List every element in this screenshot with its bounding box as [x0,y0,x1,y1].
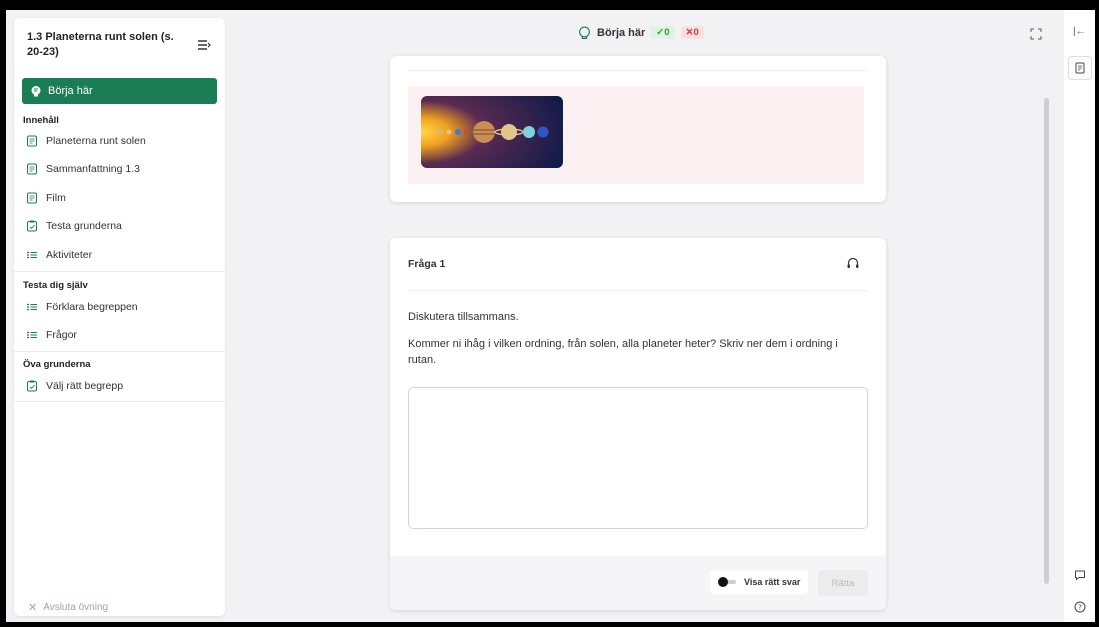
sidebar-item-questions[interactable]: Frågor [26,326,77,344]
document-icon [27,135,37,147]
sidebar-item-label: Börja här [48,85,93,97]
question-instruction: Kommer ni ihåg i vilken ordning, från so… [408,338,838,366]
divider [14,401,225,402]
sidebar-item-label: Planeterna runt solen [46,135,146,147]
sidebar-item-explain-concepts[interactable]: Förklara begreppen [26,298,138,316]
notes-button[interactable] [1068,56,1092,80]
document-icon [27,163,37,175]
sidebar-item-label: Välj rätt begrepp [46,380,124,392]
sidebar-item-choose-concept[interactable]: Välj rätt begrepp [26,377,123,395]
answer-textarea[interactable] [408,387,868,529]
brain-icon [579,26,590,39]
sidebar-item-label: Förklara begreppen [46,301,138,313]
sidebar-item-label: Aktiviteter [46,249,93,261]
show-answer-toggle[interactable]: Visa rätt svar [710,570,809,594]
sidebar-item-label: Frågor [46,329,77,341]
section-title-practice: Öva grunderna [23,359,91,370]
sidebar-item-label: Sammanfattning 1.3 [46,163,140,175]
sidebar-item-test-basics[interactable]: Testa grunderna [26,217,122,235]
document-icon [1075,62,1085,74]
check-answer-button[interactable]: Rätta [818,570,868,596]
wrong-count-badge: ✕0 [680,26,704,39]
sidebar-item-planets[interactable]: Planeterna runt solen [26,132,146,150]
exit-exercise-button[interactable]: ✕ Avsluta övning [28,601,108,614]
question-title: Fråga 1 [408,258,446,270]
sidebar-title: 1.3 Planeterna runt solen (s. 20-23) [27,31,174,58]
app-frame: 1.3 Planeterna runt solen (s. 20-23) Bör… [6,10,1095,622]
image-card [390,56,886,202]
sidebar: 1.3 Planeterna runt solen (s. 20-23) Bör… [14,18,225,616]
list-icon [27,251,37,259]
show-answer-label: Visa rätt svar [744,577,801,587]
sidebar-item-summary[interactable]: Sammanfattning 1.3 [26,160,140,178]
exit-exercise-label: Avsluta övning [43,602,109,613]
divider [408,70,868,71]
sidebar-item-film[interactable]: Film [26,189,66,207]
page-title: Börja här [597,26,646,39]
right-rail [1064,10,1095,622]
sidebar-item-label: Testa grunderna [46,220,122,232]
list-icon [27,331,37,339]
list-icon [27,303,37,311]
topbar: Börja här ✓0 ✕0 [236,24,1056,46]
headphones-icon[interactable] [846,256,860,270]
brain-icon [31,86,41,97]
section-title-content: Innehåll [23,115,59,126]
scrollbar[interactable] [1044,98,1049,584]
divider [408,290,868,291]
help-icon[interactable]: ? [1074,600,1086,613]
section-title-self-test: Testa dig själv [23,280,88,291]
topbar-center: Börja här ✓0 ✕0 [578,26,704,39]
question-footer: Visa rätt svar Rätta [390,556,886,610]
fullscreen-icon[interactable] [1030,27,1042,40]
divider [14,351,225,352]
menu-icon[interactable] [196,38,212,52]
quiz-icon [27,380,37,392]
divider [14,271,225,272]
correct-count-badge: ✓0 [651,26,675,39]
quiz-icon [27,220,37,232]
toggle-switch[interactable] [718,577,736,587]
image-container [408,86,864,184]
document-icon [27,192,37,204]
question-card: Fråga 1 Diskutera tillsammans. Kommer ni… [390,238,886,610]
sidebar-item-start[interactable]: Börja här [22,78,217,104]
solar-system-image [421,96,563,168]
question-prompt: Diskutera tillsammans. [408,311,519,323]
sidebar-item-label: Film [46,192,66,204]
svg-text:?: ? [1078,604,1082,612]
chat-icon[interactable] [1074,568,1086,581]
sidebar-item-activities[interactable]: Aktiviteter [26,246,92,264]
collapse-panel-icon[interactable]: |← [1073,26,1086,37]
close-icon: ✕ [28,602,38,614]
